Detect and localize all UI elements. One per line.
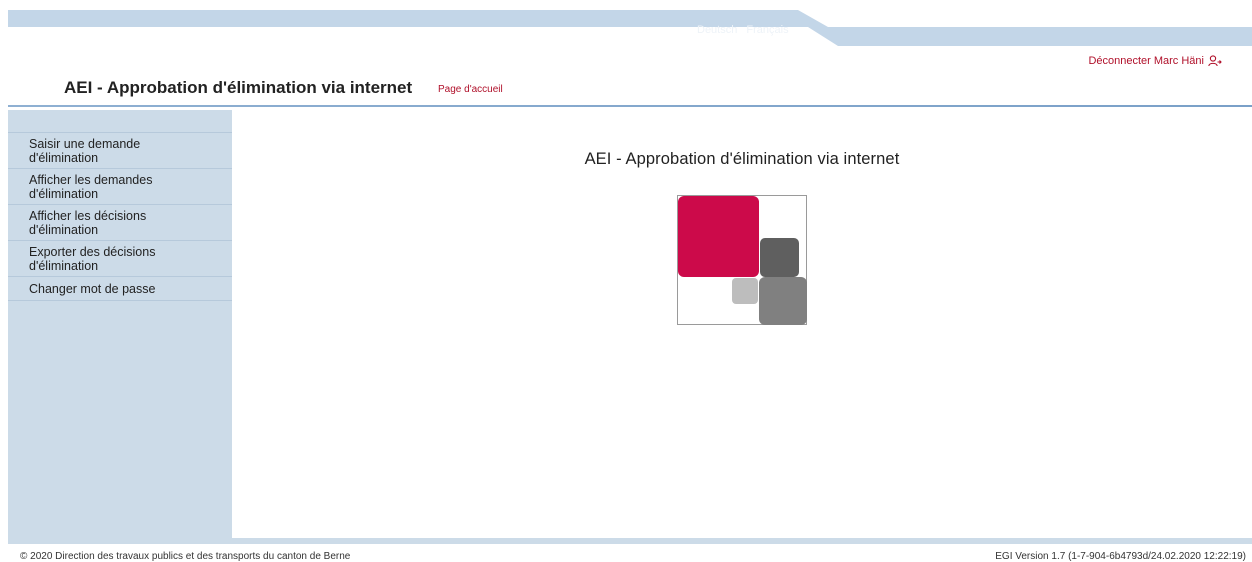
sidebar-item-label: Saisir une demande bbox=[29, 137, 141, 151]
home-link[interactable]: Page d'accueil bbox=[438, 84, 503, 95]
language-bar: Deutsch Français bbox=[8, 10, 1252, 46]
language-bar-shape bbox=[8, 10, 1252, 46]
logout-link[interactable]: Déconnecter Marc Häni bbox=[1088, 55, 1222, 67]
sidebar-item-label: d'élimination bbox=[29, 223, 99, 237]
sidebar-item-enter-request[interactable]: Saisir une demande d'élimination bbox=[8, 133, 232, 169]
sidebar-item-show-decisions[interactable]: Afficher les décisions d'élimination bbox=[8, 205, 232, 241]
logo-crimson-square bbox=[678, 196, 759, 277]
logout-label: Déconnecter Marc Häni bbox=[1088, 55, 1204, 67]
aei-logo bbox=[677, 195, 808, 331]
sidebar: Saisir une demande d'élimination Affiche… bbox=[8, 110, 232, 538]
header-divider bbox=[8, 105, 1252, 107]
logo-mid-square bbox=[759, 277, 807, 325]
sidebar-item-label: Exporter des décisions bbox=[29, 245, 156, 259]
language-links: Deutsch Français bbox=[697, 24, 795, 36]
language-link-fr[interactable]: Français bbox=[746, 24, 788, 36]
aei-logo-graphic bbox=[677, 195, 807, 325]
sidebar-item-label: d'élimination bbox=[29, 151, 99, 165]
sidebar-item-show-requests[interactable]: Afficher les demandes d'élimination bbox=[8, 169, 232, 205]
app-title: AEI - Approbation d'élimination via inte… bbox=[64, 78, 413, 97]
sidebar-nav: Saisir une demande d'élimination Affiche… bbox=[8, 132, 232, 301]
sidebar-item-label: Afficher les demandes bbox=[29, 173, 153, 187]
footer-version: EGI Version 1.7 (1-7-904-6b4793d/24.02.2… bbox=[995, 551, 1246, 562]
sidebar-item-label: Afficher les décisions bbox=[29, 209, 147, 223]
sidebar-item-export-decisions[interactable]: Exporter des décisions d'élimination bbox=[8, 241, 232, 277]
sidebar-item-label: Changer mot de passe bbox=[29, 282, 156, 296]
logout-user-icon bbox=[1208, 55, 1222, 67]
main-title: AEI - Approbation d'élimination via inte… bbox=[584, 150, 900, 168]
sidebar-item-label: d'élimination bbox=[29, 259, 99, 273]
sidebar-item-label: d'élimination bbox=[29, 187, 99, 201]
footer-bar bbox=[8, 538, 1252, 544]
language-link-de[interactable]: Deutsch bbox=[697, 24, 737, 36]
logo-dark-square bbox=[760, 238, 799, 277]
footer-copyright: © 2020 Direction des travaux publics et … bbox=[20, 551, 351, 562]
logo-light-square bbox=[732, 278, 758, 304]
sidebar-item-change-password[interactable]: Changer mot de passe bbox=[8, 277, 232, 301]
